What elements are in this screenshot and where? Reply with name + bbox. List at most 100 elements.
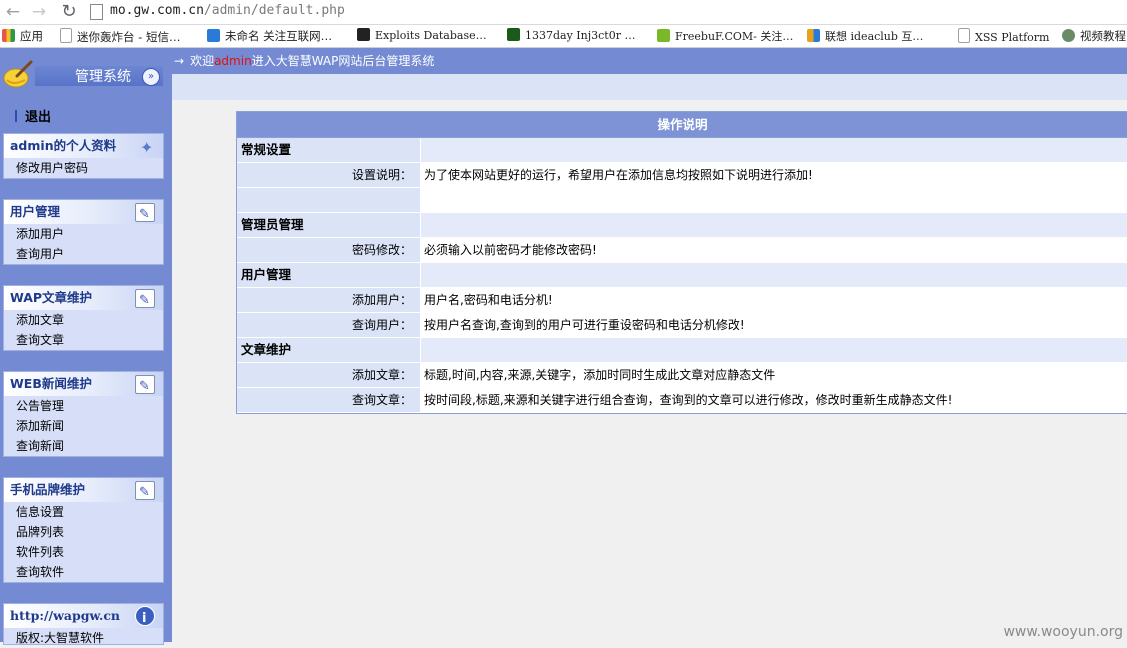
menu-item-add-user[interactable]: 添加用户 xyxy=(4,224,163,244)
bookmark-5[interactable]: FreebuF.COM- 关注… xyxy=(657,28,793,44)
edit-icon xyxy=(135,481,155,505)
table-section-row: 用户管理 xyxy=(237,263,1127,288)
table-section-row: 常规设置 xyxy=(237,138,1127,163)
row-value xyxy=(421,338,1127,362)
sub-header-bar xyxy=(172,74,1127,100)
bookmark-6[interactable]: 联想 ideaclub 互… xyxy=(807,28,923,44)
browser-address-bar: ← → ↻ mo.gw.com.cn/admin/default.php xyxy=(0,0,1127,25)
watermark: www.wooyun.org xyxy=(1003,624,1123,640)
section-title: 管理员管理 xyxy=(237,213,421,237)
row-value: 必须输入以前密码才能修改密码! xyxy=(421,238,1127,262)
copyright-text: 版权:大智慧软件 xyxy=(16,631,105,645)
bookmark-2[interactable]: 未命名 关注互联网… xyxy=(207,28,332,44)
table-row xyxy=(237,188,1127,213)
row-label: 查询用户： xyxy=(237,313,421,337)
table-row: 添加文章： 标题,时间,内容,来源,关键字，添加时同时生成此文章对应静态文件 xyxy=(237,363,1127,388)
url-field[interactable]: mo.gw.com.cn/admin/default.php xyxy=(110,3,345,18)
bookmark-apps[interactable]: 应用 xyxy=(2,28,43,44)
menu-box-profile: admin的个人资料 修改用户密码 xyxy=(3,133,164,179)
sidebar-logo: 管理系统 » 退出 xyxy=(3,56,169,136)
table-section-row: 管理员管理 xyxy=(237,213,1127,238)
table-body: 常规设置 设置说明： 为了使本网站更好的运行，希望用户在添加信息均按照如下说明进行添… xyxy=(237,138,1127,413)
bookmark-8[interactable]: 视频教程 xyxy=(1062,28,1126,44)
menu-item-brand-list[interactable]: 品牌列表 xyxy=(4,522,163,542)
table-row: 设置说明： 为了使本网站更好的运行，希望用户在添加信息均按照如下说明进行添加! xyxy=(237,163,1127,188)
logout-link[interactable]: 退出 xyxy=(15,106,51,125)
info-icon xyxy=(135,606,155,631)
instructions-table: 操作说明 常规设置 设置说明： 为了使本网站更好的运行，希望用户在添加信息均按照如下… xyxy=(236,111,1127,414)
bookmark-3[interactable]: Exploits Database… xyxy=(357,28,487,42)
table-row: 添加用户： 用户名,密码和电话分机! xyxy=(237,288,1127,313)
bookmarks-bar: 应用 迷你轰炸台 - 短信… 未命名 关注互联网… Exploits Datab… xyxy=(0,25,1127,48)
menu-item-add-news[interactable]: 添加新闻 xyxy=(4,416,163,436)
main-content: → 欢迎admin进入大智慧WAP网站后台管理系统 操作说明 常规设置 设置说明：为… xyxy=(172,48,1127,642)
welcome-username: admin xyxy=(214,54,252,68)
freebuf-icon xyxy=(657,29,670,42)
url-host: mo.gw.com.cn xyxy=(110,3,204,18)
menu-box-title: WEB新闻维护 xyxy=(4,372,163,399)
sidebar: 管理系统 » 退出 admin的个人资料 修改用户密码 用户管理 添加用户 查询… xyxy=(0,48,172,645)
row-value: 标题,时间,内容,来源,关键字，添加时同时生成此文章对应静态文件 xyxy=(421,363,1127,387)
reload-icon[interactable]: ↻ xyxy=(58,1,80,23)
row-value xyxy=(421,213,1127,237)
menu-item-query-news[interactable]: 查询新闻 xyxy=(4,436,163,456)
section-title: 文章维护 xyxy=(237,338,421,362)
arrow-icon: → xyxy=(174,54,185,68)
row-value: 按用户名查询,查询到的用户可进行重设密码和电话分机修改! xyxy=(421,313,1127,337)
1337day-icon xyxy=(507,28,520,41)
row-value: 用户名,密码和电话分机! xyxy=(421,288,1127,312)
menu-box-title: 用户管理 xyxy=(4,200,163,227)
bookmark-7[interactable]: XSS Platform xyxy=(958,28,1050,44)
menu-item-query-article[interactable]: 查询文章 xyxy=(4,330,163,350)
table-row: 查询用户： 按用户名查询,查询到的用户可进行重设密码和电话分机修改! xyxy=(237,313,1127,338)
menu-item-info-settings[interactable]: 信息设置 xyxy=(4,502,163,522)
section-title: 常规设置 xyxy=(237,138,421,162)
edit-icon xyxy=(135,289,155,313)
bookmark-1[interactable]: 迷你轰炸台 - 短信… xyxy=(60,28,180,45)
page-icon xyxy=(90,4,103,20)
mb-icon xyxy=(207,29,220,42)
menu-item-change-password[interactable]: 修改用户密码 xyxy=(4,158,163,178)
avatar-icon xyxy=(1062,29,1075,42)
row-label: 添加文章： xyxy=(237,363,421,387)
page-icon xyxy=(958,28,970,43)
row-label: 查询文章： xyxy=(237,388,421,412)
exploit-db-icon xyxy=(357,28,370,41)
menu-item-query-user[interactable]: 查询用户 xyxy=(4,244,163,264)
apps-grid-icon xyxy=(2,29,15,42)
menu-item-add-article[interactable]: 添加文章 xyxy=(4,310,163,330)
menu-item-software-list[interactable]: 软件列表 xyxy=(4,542,163,562)
row-value xyxy=(421,188,1127,212)
row-value: 按时间段,标题,来源和关键字进行组合查询，查询到的文章可以进行修改，修改时重新生… xyxy=(421,388,1127,412)
menu-box-web-news: WEB新闻维护 公告管理 添加新闻 查询新闻 xyxy=(3,371,164,457)
row-label: 添加用户： xyxy=(237,288,421,312)
row-value xyxy=(421,263,1127,287)
menu-item-query-software[interactable]: 查询软件 xyxy=(4,562,163,582)
edit-icon xyxy=(135,203,155,227)
row-label: 密码修改： xyxy=(237,238,421,262)
row-label xyxy=(237,188,421,212)
collapse-toggle-icon[interactable]: » xyxy=(142,68,160,86)
back-arrow-icon[interactable]: ← xyxy=(2,1,24,23)
forward-arrow-icon[interactable]: → xyxy=(28,1,50,23)
menu-box-title: http://wapgw.cn xyxy=(4,604,163,631)
lenovo-icon xyxy=(807,29,820,42)
menu-box-title: 手机品牌维护 xyxy=(4,478,163,505)
menu-item-announcements[interactable]: 公告管理 xyxy=(4,396,163,416)
table-title: 操作说明 xyxy=(237,112,1127,138)
page-icon xyxy=(60,28,72,43)
bookmark-4[interactable]: 1337day Inj3ct0r … xyxy=(507,28,635,42)
menu-box-wap-articles: WAP文章维护 添加文章 查询文章 xyxy=(3,285,164,351)
profile-icon xyxy=(137,136,155,160)
row-value: 为了使本网站更好的运行，希望用户在添加信息均按照如下说明进行添加! xyxy=(421,163,1127,187)
section-title: 用户管理 xyxy=(237,263,421,287)
table-row: 查询文章： 按时间段,标题,来源和关键字进行组合查询，查询到的文章可以进行修改，修… xyxy=(237,388,1127,413)
table-section-row: 文章维护 xyxy=(237,338,1127,363)
menu-box-copyright: http://wapgw.cn 版权:大智慧软件 xyxy=(3,603,164,645)
menu-box-users: 用户管理 添加用户 查询用户 xyxy=(3,199,164,265)
menu-box-title: WAP文章维护 xyxy=(4,286,163,313)
url-path: /admin/default.php xyxy=(203,3,345,18)
menu-box-phone-brands: 手机品牌维护 信息设置 品牌列表 软件列表 查询软件 xyxy=(3,477,164,583)
welcome-bar: → 欢迎admin进入大智慧WAP网站后台管理系统 xyxy=(172,48,1127,74)
edit-icon xyxy=(135,375,155,399)
